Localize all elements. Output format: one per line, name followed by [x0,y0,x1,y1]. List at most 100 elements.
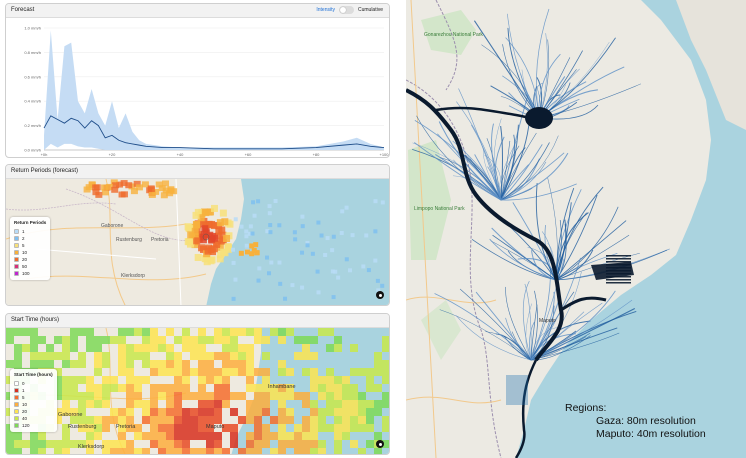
risk-cell [267,204,272,209]
start-time-cell [142,416,150,424]
start-time-cell [326,400,334,408]
start-time-cell [158,384,166,392]
start-time-cell [174,432,182,440]
start-time-cell [190,424,198,432]
start-time-cell [286,408,294,416]
start-time-cell [222,400,230,408]
intensity-cumulative-toggle[interactable]: Intensity Cumulative [316,6,383,14]
start-time-cell [302,416,310,424]
start-time-cell [206,376,214,384]
start-time-cell [254,328,262,336]
risk-cell [364,233,369,238]
start-time-cell [166,448,174,454]
start-time-cell [182,368,190,376]
start-time-cell [302,424,310,432]
start-time-cell [214,392,222,400]
map-settings-button[interactable] [376,291,384,299]
map-settings-button-2[interactable] [376,440,384,448]
start-time-cell [150,344,158,352]
start-time-cell [214,440,222,448]
start-time-cell [222,328,230,336]
start-time-cell [342,376,350,384]
flood-extent-map[interactable]: Gonarezhou National Park Limpopo Nationa… [406,0,746,458]
mode-switch[interactable] [338,6,354,14]
start-time-cell [134,432,142,440]
start-time-legend-swatch [14,381,19,386]
return-periods-map[interactable]: Gaborone Rustenburg Pretoria Klerksdorp [6,179,390,306]
start-time-cell [342,424,350,432]
start-time-cell [94,384,102,392]
risk-cell [344,257,349,262]
start-time-cell [142,336,150,344]
start-time-cell [334,416,342,424]
start-time-cell [238,328,246,336]
start-time-cell [126,408,134,416]
start-time-cell [94,336,102,344]
start-time-cell [286,440,294,448]
start-time-legend-swatch [14,388,19,393]
risk-cell [330,269,335,274]
risk-cell [210,204,218,212]
start-time-cell [382,400,389,408]
start-time-cell [270,392,278,400]
risk-cell [366,268,371,273]
start-time-cell [350,424,358,432]
start-time-cell [222,448,230,454]
start-time-cell [102,352,110,360]
start-time-cell [70,328,78,336]
start-time-cell [182,328,190,336]
start-time-cell [110,376,118,384]
start-time-map[interactable]: Gaborone Rustenburg Pretoria Klerksdorp … [6,328,390,455]
start-time-cell [222,384,230,392]
start-time-cell [214,408,222,416]
start-time-cell [206,408,214,416]
start-time-cell [206,400,214,408]
start-time-cell [358,424,366,432]
start-time-cell [230,328,238,336]
risk-cell [244,243,249,248]
start-time-cell [326,424,334,432]
start-time-cell [150,336,158,344]
start-time-cell [270,416,278,424]
start-time-cell [374,352,382,360]
start-time-cell [190,368,198,376]
start-time-cell [278,424,286,432]
return-periods-title: Return Periods (forecast) [11,168,79,174]
start-time-cell [238,344,246,352]
start-time-cell [254,432,262,440]
intensity-label[interactable]: Intensity [316,7,335,13]
start-time-cell [126,392,134,400]
map-label-klerksdorp: Klerksdorp [121,273,145,279]
start-time-cell [150,416,158,424]
start-time-cell [238,392,246,400]
start-time-cell [222,392,230,400]
start-time-cell [158,392,166,400]
start-time-cell [294,424,302,432]
return-period-legend-label: 2 [22,236,25,241]
return-period-legend-swatch [14,271,19,276]
start-time-cell [70,344,78,352]
forecast-panel: Forecast Intensity Cumulative 1.0 mm/h 0.… [5,3,390,158]
start-time-cell [278,360,286,368]
y-tick-label: 0.6 mm/h [24,74,41,79]
start-time-cell [310,424,318,432]
start-time-cell [110,408,118,416]
start-time-cell [238,416,246,424]
start-time-cell [102,416,110,424]
risk-cell [147,186,155,193]
return-period-legend-item: 5 [14,242,46,249]
start-time-cell [246,440,254,448]
start-time-cell [30,360,38,368]
x-tick-label: +40 [177,152,185,157]
risk-cell [244,234,249,239]
cumulative-label[interactable]: Cumulative [358,7,383,13]
start-time-cell [86,392,94,400]
start-time-cell [318,440,326,448]
start-time-cell [230,432,238,440]
start-time-cell [222,360,230,368]
start-time-cell [86,344,94,352]
park-label-gonarezhou: Gonarezhou National Park [424,32,483,38]
risk-cell [192,220,200,228]
start-time-cell [382,392,389,400]
start-time-cell [310,448,318,454]
